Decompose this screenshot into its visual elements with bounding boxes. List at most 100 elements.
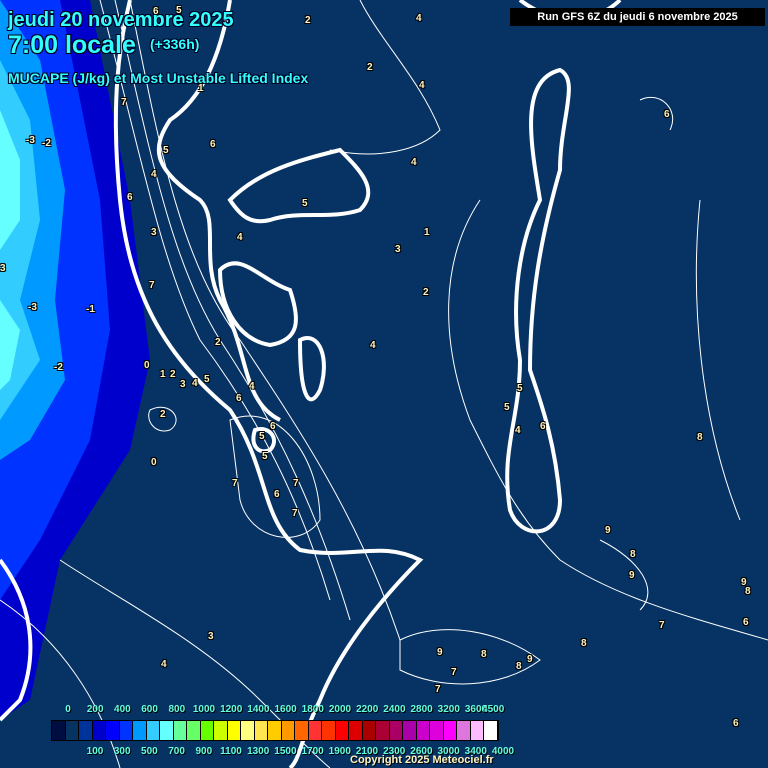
legend-swatch [106, 721, 120, 740]
contour-label: 9 [741, 577, 747, 588]
contour-label: 7 [121, 97, 127, 108]
legend-swatch [457, 721, 471, 740]
contour-label: 9 [629, 570, 635, 581]
legend-swatch [362, 721, 376, 740]
contour-label: 0 [151, 457, 157, 468]
legend-swatch [308, 721, 322, 740]
contour-label: 4 [370, 340, 376, 351]
contour-label: 8 [630, 549, 636, 560]
legend-swatch [187, 721, 201, 740]
legend-swatch [119, 721, 133, 740]
legend-swatch [79, 721, 93, 740]
run-info: Run GFS 6Z du jeudi 6 novembre 2025 [510, 8, 765, 26]
legend-swatch [281, 721, 295, 740]
legend-swatch [416, 721, 430, 740]
legend-swatch [92, 721, 106, 740]
legend-top-label: 3200 [437, 704, 460, 715]
contour-label: 6 [236, 393, 242, 404]
contour-label: 2 [305, 15, 311, 26]
contour-label: 7 [451, 667, 457, 678]
legend-bottom-label: 700 [168, 746, 185, 757]
contour-label: 0 [144, 360, 150, 371]
forecast-lead-time: (+336h) [150, 36, 200, 52]
contour-label: 6 [127, 192, 133, 203]
contour-label: 6 [743, 617, 749, 628]
legend-swatch [295, 721, 309, 740]
contour-label: 8 [581, 638, 587, 649]
contour-label: 5 [176, 5, 182, 16]
legend-swatch [254, 721, 268, 740]
contour-label: 6 [733, 718, 739, 729]
contour-label: -1 [86, 304, 95, 315]
contour-label: -2 [54, 362, 63, 373]
legend-top-label: 400 [114, 704, 131, 715]
contour-label: 3 [151, 227, 157, 238]
legend-bottom-label: 100 [86, 746, 104, 757]
contour-label: 8 [516, 661, 522, 672]
legend-bottom-label: 4000 [491, 746, 515, 757]
contour-label: 5 [517, 383, 523, 394]
legend-swatch [268, 721, 282, 740]
contour-label: 2 [367, 62, 373, 73]
contour-label: 9 [527, 654, 533, 665]
legend-top-label: 200 [86, 704, 104, 715]
legend-top-label: 4500 [482, 704, 505, 715]
legend-swatch [443, 721, 457, 740]
legend-bottom-label: 1100 [220, 746, 242, 757]
contour-label: 6 [274, 489, 280, 500]
contour-label: 7 [149, 280, 155, 291]
contour-label: 6 [270, 421, 276, 432]
mucape-color-scale [51, 720, 499, 741]
legend-swatch [146, 721, 160, 740]
contour-label: 4 [416, 13, 422, 24]
contour-label: 4 [515, 425, 521, 436]
legend-swatch [65, 721, 79, 740]
legend-swatch [160, 721, 174, 740]
forecast-date: jeudi 20 novembre 2025 [8, 9, 234, 31]
legend-top-label: 2000 [328, 704, 352, 715]
contour-label: 7 [293, 478, 299, 489]
legend-top-label: 800 [168, 704, 186, 715]
parameter-title: MUCAPE (J/kg) et Most Unstable Lifted In… [8, 70, 309, 86]
contour-label: 1 [160, 369, 166, 380]
legend-bottom-label: 1500 [274, 746, 297, 757]
legend-swatch [214, 721, 228, 740]
contour-label: 4 [237, 232, 243, 243]
legend-swatch [470, 721, 484, 740]
legend-top-label: 2400 [383, 704, 406, 715]
copyright: Copyright 2025 Meteociel.fr [350, 754, 494, 766]
forecast-time: 7:00 locale [8, 31, 136, 59]
legend-top-label: 1400 [247, 704, 270, 715]
legend-swatch [52, 721, 66, 740]
contour-label: 4 [151, 169, 157, 180]
contour-label: 4 [249, 381, 255, 392]
contour-label: 8 [697, 432, 703, 443]
legend-top-label: 1200 [220, 704, 243, 715]
legend-swatch [430, 721, 444, 740]
legend-bottom-label: 1900 [328, 746, 351, 757]
contour-label: 5 [259, 431, 265, 442]
legend-swatch [389, 721, 403, 740]
contour-label: 4 [419, 80, 425, 91]
legend-bottom-label: 500 [141, 746, 158, 757]
contour-label: 4 [192, 378, 198, 389]
legend-top-label: 2800 [410, 704, 433, 715]
contour-label: 6 [153, 6, 159, 17]
map-canvas [0, 0, 768, 768]
contour-label: 3 [180, 379, 186, 390]
legend-swatch [241, 721, 255, 740]
legend-top-label: 1600 [274, 704, 297, 715]
legend-top-label: 600 [141, 704, 158, 715]
legend-swatch [335, 721, 349, 740]
contour-label: 3 [208, 631, 214, 642]
contour-label: 8 [481, 649, 487, 660]
legend-top-label: 0 [65, 704, 71, 715]
contour-label: 4 [411, 157, 417, 168]
contour-label: 1 [198, 83, 204, 94]
contour-label: 4 [161, 659, 167, 670]
contour-label: 7 [292, 508, 298, 519]
legend-swatch [376, 721, 390, 740]
legend-bottom-label: 1300 [247, 746, 270, 757]
contour-label: 5 [262, 451, 268, 462]
contour-label: 2 [170, 369, 176, 380]
